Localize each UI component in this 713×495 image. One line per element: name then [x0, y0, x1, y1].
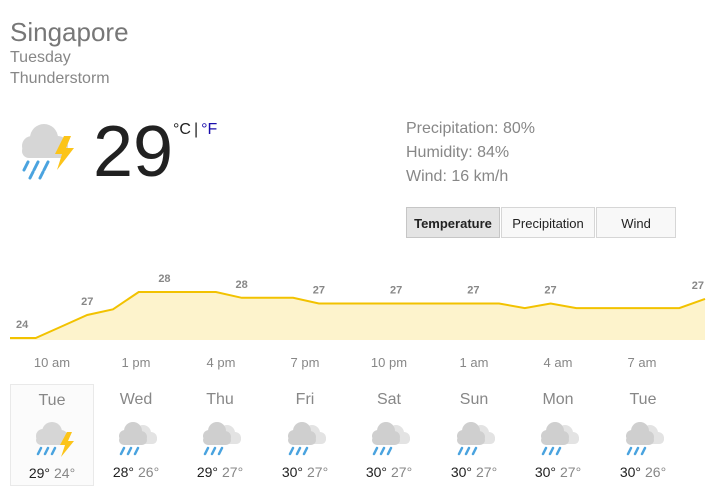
unit-fahrenheit-link[interactable]: °F [201, 121, 217, 138]
time-label: 4 am [543, 355, 573, 370]
forecast-high: 29° [28, 465, 50, 481]
tab-wind[interactable]: Wind [596, 207, 676, 238]
tab-temperature[interactable]: Temperature [406, 207, 500, 238]
forecast-day-name: Fri [295, 391, 315, 408]
forecast-day[interactable]: Thu 29° 27° [178, 384, 262, 486]
forecast-low: 27° [391, 464, 413, 480]
wind-stat: Wind: 16 km/h [406, 168, 509, 185]
temperature-data-label: 27 [467, 285, 479, 297]
unit-separator: | [193, 121, 199, 138]
rain-icon [372, 422, 410, 456]
rain-icon [288, 422, 326, 456]
forecast-day[interactable]: Wed 28° 26° [94, 384, 178, 486]
time-label: 7 am [627, 355, 657, 370]
temperature-data-label: 24 [16, 319, 29, 331]
forecast-low: 27° [560, 464, 582, 480]
forecast-day-name: Tue [629, 391, 657, 408]
forecast-high: 30° [365, 464, 387, 480]
forecast-day[interactable]: Tue 30° 26° [601, 384, 685, 486]
forecast-day-name: Sun [459, 391, 489, 408]
forecast-high: 28° [112, 464, 134, 480]
rain-icon [119, 422, 157, 456]
weather-stats: Precipitation: 80% Humidity: 84% Wind: 1… [406, 117, 535, 189]
precipitation-stat: Precipitation: 80% [406, 120, 535, 137]
unit-toggle: °C | °F [173, 120, 217, 140]
temperature-chart: 24 27 28 28 27 27 27 27 27 [10, 273, 706, 340]
forecast-day-name: Tue [38, 392, 66, 409]
time-label: 4 pm [206, 355, 236, 370]
forecast-day[interactable]: Mon 30° 27° [516, 384, 600, 486]
forecast-high: 30° [534, 464, 556, 480]
forecast-high: 30° [281, 464, 303, 480]
temperature-data-label: 27 [81, 296, 93, 308]
humidity-stat: Humidity: 84% [406, 144, 510, 161]
time-label: 1 am [459, 355, 489, 370]
forecast-low: 26° [138, 464, 160, 480]
forecast-high: 29° [196, 464, 218, 480]
time-label: 1 pm [121, 355, 151, 370]
forecast-low: 27° [476, 464, 498, 480]
forecast-day-name: Thu [206, 391, 234, 408]
forecast-day-name: Mon [542, 391, 574, 408]
forecast-day-name: Wed [119, 391, 153, 408]
condition-label: Thunderstorm [10, 70, 110, 87]
forecast-low: 24° [54, 465, 76, 481]
temperature-area [10, 292, 705, 340]
forecast-high: 30° [619, 464, 641, 480]
forecast-low: 27° [307, 464, 329, 480]
temperature-data-label: 27 [692, 280, 704, 292]
temperature-data-label: 27 [313, 285, 325, 297]
temperature-data-label: 27 [390, 285, 402, 297]
unit-celsius: °C [173, 121, 191, 138]
rain-icon [541, 422, 579, 456]
tab-precipitation[interactable]: Precipitation [501, 207, 595, 238]
forecast-high: 30° [450, 464, 472, 480]
rain-icon [626, 422, 664, 456]
location-title: Singapore [10, 17, 129, 47]
chart-tabs: Temperature Precipitation Wind [406, 207, 677, 238]
forecast-day[interactable]: Sat 30° 27° [347, 384, 431, 486]
forecast-day-name: Sat [376, 391, 401, 408]
forecast-low: 26° [645, 464, 667, 480]
time-label: 10 pm [370, 355, 408, 370]
rain-icon [203, 422, 241, 456]
forecast-day[interactable]: Sun 30° 27° [432, 384, 516, 486]
forecast-day[interactable]: Fri 30° 27° [263, 384, 347, 486]
thunderstorm-icon [22, 124, 74, 180]
rain-icon [457, 422, 495, 456]
temperature-data-label: 28 [158, 273, 170, 285]
day-label: Tuesday [10, 49, 71, 66]
time-label: 10 am [33, 355, 71, 370]
current-temperature: 29 [93, 112, 174, 192]
time-label: 7 pm [290, 355, 320, 370]
forecast-low: 27° [222, 464, 244, 480]
forecast-day[interactable]: Tue 29° 24° [10, 384, 94, 486]
temperature-data-label: 27 [544, 285, 556, 297]
temperature-data-label: 28 [236, 279, 248, 291]
thunderstorm-icon [36, 422, 74, 457]
